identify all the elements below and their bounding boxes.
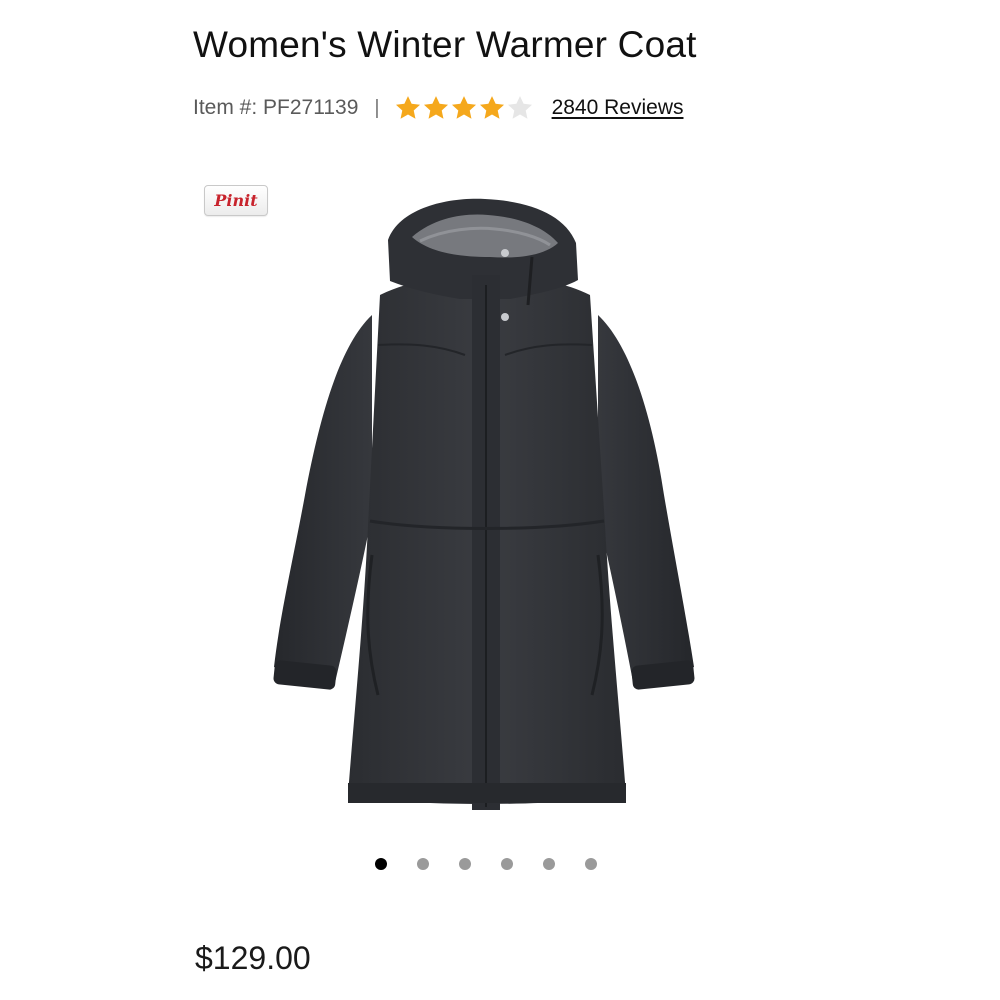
reviews-link[interactable]: 2840 Reviews — [552, 96, 684, 120]
star-icon — [507, 96, 532, 119]
pager-dot[interactable] — [585, 858, 597, 870]
pager-dot[interactable] — [543, 858, 555, 870]
pin-it-button[interactable]: Pinit — [204, 185, 268, 216]
winter-coat-image[interactable] — [260, 195, 710, 820]
product-price: $129.00 — [195, 940, 311, 976]
pager-dot[interactable] — [417, 858, 429, 870]
star-icon — [451, 96, 476, 119]
star-icon — [423, 96, 448, 119]
image-pager — [375, 858, 597, 870]
pager-dot[interactable] — [459, 858, 471, 870]
rating-stars[interactable] — [394, 94, 534, 122]
star-icon — [479, 96, 504, 119]
pin-it-label: Pinit — [214, 191, 258, 210]
item-number: Item #: PF271139 — [193, 96, 359, 119]
pager-dot[interactable] — [501, 858, 513, 870]
product-title: Women's Winter Warmer Coat — [193, 24, 697, 65]
pager-dot[interactable] — [375, 858, 387, 870]
star-icon — [395, 96, 420, 119]
product-meta-row: Item #: PF271139 | 2840 Reviews — [193, 92, 683, 124]
meta-separator: | — [374, 96, 380, 119]
